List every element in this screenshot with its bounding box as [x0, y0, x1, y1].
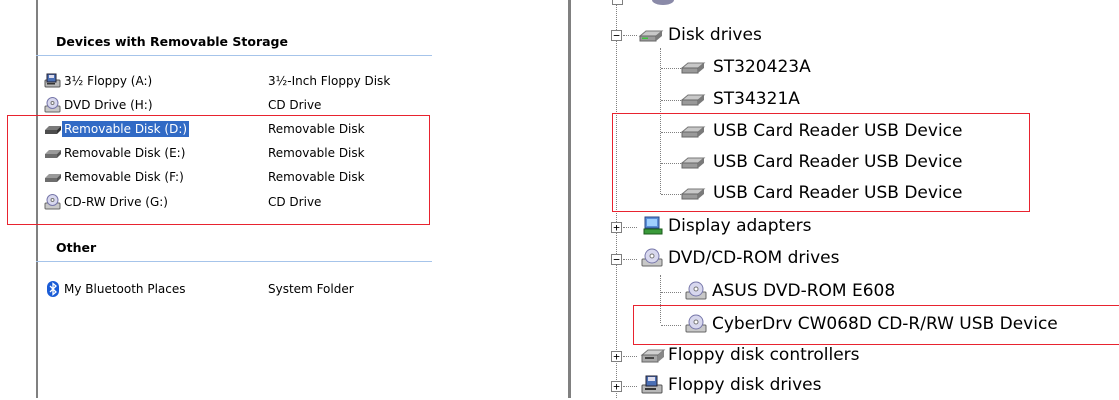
tree-connector — [623, 386, 637, 387]
node-label: ST34321A — [713, 89, 800, 109]
expand-toggle — [612, 0, 623, 5]
hard-disk-icon — [680, 89, 706, 109]
tree-connector — [661, 292, 681, 293]
tree-connector — [623, 356, 637, 357]
item-type: System Folder — [268, 282, 354, 296]
tree-connector — [623, 35, 637, 36]
tree-item-st320423a[interactable]: ST320423A — [652, 52, 952, 82]
screenshot-divider — [568, 0, 571, 398]
node-label: ASUS DVD-ROM E608 — [712, 281, 896, 301]
drive-name: 3½ Floppy (A:) — [64, 74, 153, 88]
expand-toggle[interactable]: + — [611, 381, 622, 392]
tree-node-disk-drives[interactable]: − Disk drives — [608, 20, 908, 50]
group-divider — [36, 261, 432, 262]
collapse-toggle[interactable]: − — [611, 30, 622, 41]
group-header-removable-storage: Devices with Removable Storage — [56, 34, 288, 49]
my-computer-panel: Devices with Removable Storage 3½ Floppy… — [0, 0, 445, 398]
drive-item-dvd-h[interactable]: DVD Drive (H:) CD Drive — [40, 94, 430, 116]
expand-toggle[interactable]: + — [611, 222, 622, 233]
tree-connector — [661, 68, 681, 69]
group-header-other: Other — [56, 240, 97, 255]
item-my-bluetooth-places[interactable]: My Bluetooth Places System Folder — [40, 278, 430, 300]
item-name: My Bluetooth Places — [64, 282, 186, 296]
highlight-box — [7, 115, 430, 225]
tree-connector — [661, 100, 681, 101]
tree-node-display-adapters[interactable]: + Display adapters — [608, 211, 908, 241]
floppy-controller-icon — [640, 345, 666, 365]
cd-drive-icon — [684, 281, 710, 301]
floppy-drive-icon — [44, 73, 62, 89]
tree-connector — [623, 227, 637, 228]
drive-type: CD Drive — [268, 98, 322, 112]
drive-type: 3½-Inch Floppy Disk — [268, 74, 391, 88]
node-label: Disk drives — [668, 25, 762, 45]
group-divider — [36, 55, 432, 56]
highlight-box — [633, 305, 1119, 345]
disk-drive-icon — [638, 25, 664, 45]
tree-item-st34321a[interactable]: ST34321A — [652, 84, 952, 114]
node-label: ST320423A — [713, 57, 811, 77]
cd-drive-icon — [640, 248, 666, 268]
drive-name: DVD Drive (H:) — [64, 98, 153, 112]
node-label: Display adapters — [668, 216, 812, 236]
floppy-drive-icon — [640, 375, 666, 395]
tree-item-asus-dvd-rom[interactable]: ASUS DVD-ROM E608 — [652, 276, 982, 306]
bluetooth-icon — [44, 281, 62, 297]
dvd-drive-icon — [44, 97, 62, 113]
node-label: Floppy disk controllers — [668, 345, 860, 365]
node-label: DVD/CD-ROM drives — [668, 248, 840, 268]
tree-node-floppy-disk-drives[interactable]: + Floppy disk drives — [608, 370, 908, 400]
highlight-box — [612, 113, 1030, 212]
drive-item-floppy-a[interactable]: 3½ Floppy (A:) 3½-Inch Floppy Disk — [40, 70, 430, 92]
display-adapter-icon — [642, 216, 668, 236]
node-label: Floppy disk drives — [668, 375, 822, 395]
computer-icon — [650, 0, 676, 7]
hard-disk-icon — [680, 57, 706, 77]
tree-node-dvd-cdrom-drives[interactable]: − DVD/CD-ROM drives — [608, 243, 908, 273]
expand-toggle[interactable]: + — [611, 351, 622, 362]
tree-connector — [623, 259, 637, 260]
collapse-toggle[interactable]: − — [611, 254, 622, 265]
